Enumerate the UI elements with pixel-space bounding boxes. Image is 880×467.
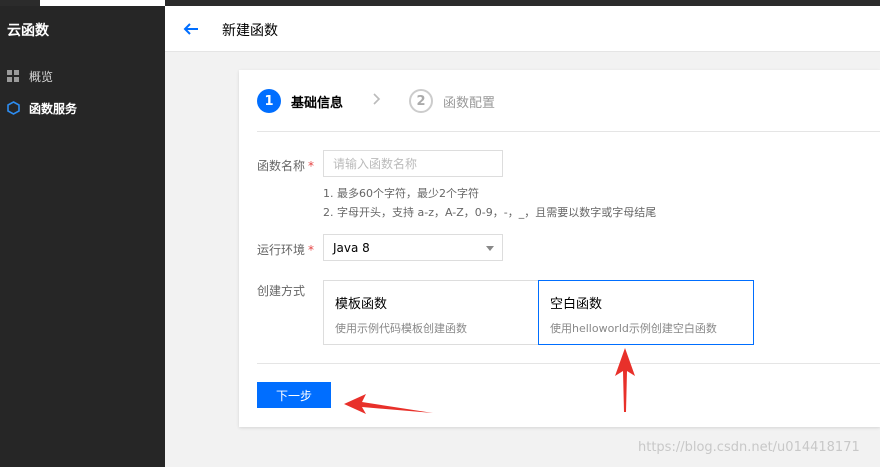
blank-function-option[interactable]: 空白函数 使用helloworld示例创建空白函数 xyxy=(538,280,754,345)
create-function-card: 1 基础信息 2 函数配置 函数名称* 1. 最多60个字符，最少2个字符 2.… xyxy=(239,70,880,427)
grid-icon xyxy=(6,69,20,83)
function-name-label: 函数名称 * xyxy=(257,159,315,173)
page-title: 新建函数 xyxy=(222,23,278,39)
option-title: 空白函数 xyxy=(550,297,603,312)
step-2-number: 2 xyxy=(409,89,434,113)
arrow-left-icon[interactable] xyxy=(181,19,201,39)
sidebar-item-overview[interactable]: 概览 xyxy=(6,66,53,86)
sidebar-item-label: 概览 xyxy=(29,69,54,84)
divider xyxy=(257,363,880,364)
next-step-button[interactable]: 下一步 xyxy=(257,382,331,408)
step-1-label: 基础信息 xyxy=(291,95,344,111)
sidebar-item-function-service[interactable]: 函数服务 xyxy=(6,98,77,118)
page-header: 新建函数 xyxy=(165,6,880,52)
runtime-label: 运行环境 * xyxy=(257,243,315,257)
watermark: https://blog.csdn.net/u014418171 xyxy=(638,440,860,455)
sidebar-item-label: 函数服务 xyxy=(29,101,78,116)
name-hint-1: 1. 最多60个字符，最少2个字符 xyxy=(323,187,479,200)
name-hint-2: 2. 字母开头，支持 a-z，A-Z，0-9，-，_，且需要以数字或字母结尾 xyxy=(323,206,657,219)
sidebar-title: 云函数 xyxy=(7,23,49,39)
divider xyxy=(257,131,880,132)
step-indicator: 1 基础信息 2 函数配置 xyxy=(257,89,495,113)
template-function-option[interactable]: 模板函数 使用示例代码模板创建函数 xyxy=(323,280,539,345)
runtime-value: Java 8 xyxy=(333,240,370,255)
runtime-select[interactable]: Java 8 xyxy=(323,234,503,261)
sidebar: 云函数 概览 函数服务 xyxy=(0,6,165,467)
chevron-right-icon xyxy=(373,93,381,109)
option-desc: 使用示例代码模板创建函数 xyxy=(335,322,467,335)
function-name-input[interactable] xyxy=(323,150,503,177)
step-2-label: 函数配置 xyxy=(443,95,496,111)
option-desc: 使用helloworld示例创建空白函数 xyxy=(550,322,717,335)
option-title: 模板函数 xyxy=(335,297,388,312)
hexagon-icon xyxy=(6,101,20,115)
step-1-number: 1 xyxy=(257,89,281,113)
create-method-label: 创建方式 xyxy=(257,284,306,298)
caret-down-icon xyxy=(486,246,494,251)
